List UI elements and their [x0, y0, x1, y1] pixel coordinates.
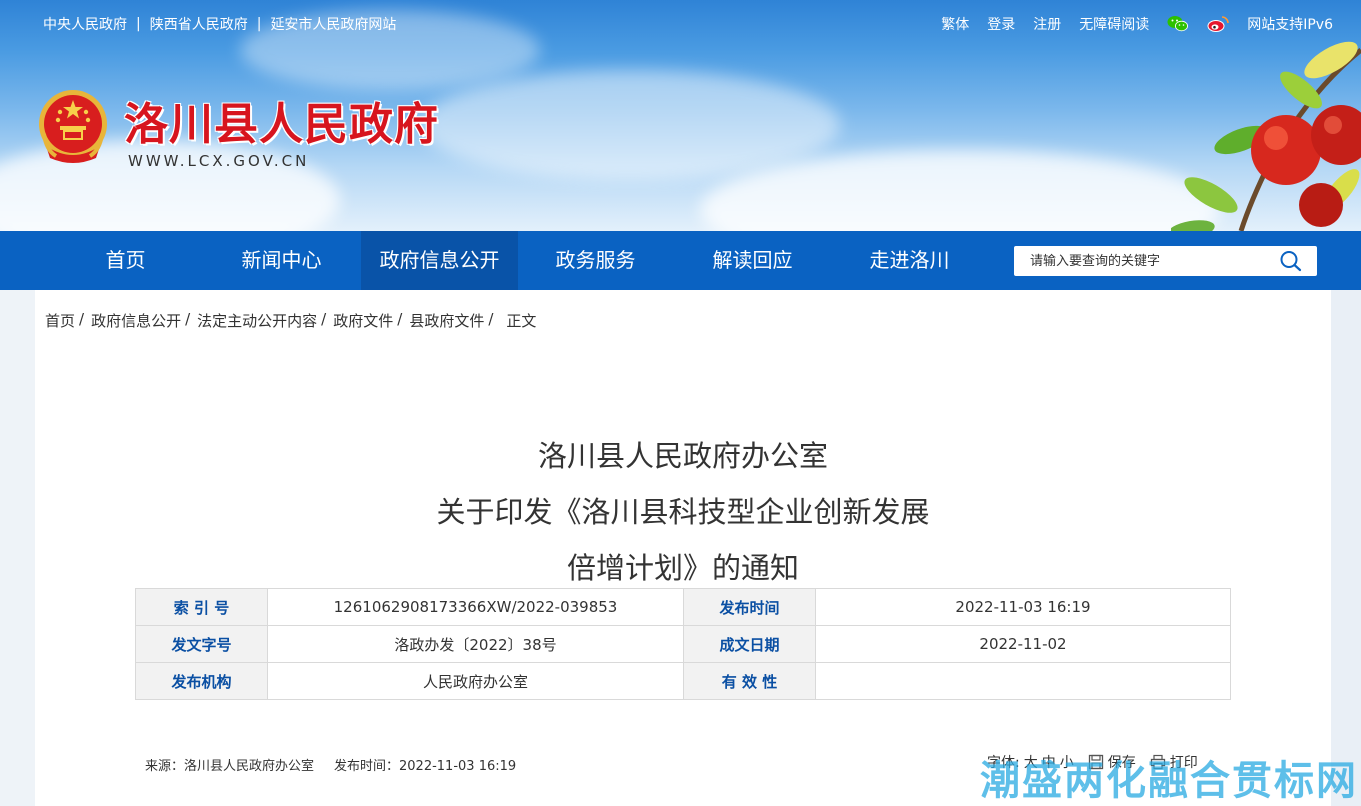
article-info-bar: 来源：洛川县人民政府办公室 发布时间：2022-11-03 16:19	[145, 755, 516, 774]
breadcrumb-statutory[interactable]: 法定主动公开内容	[197, 310, 317, 331]
validity-label: 有 效 性	[683, 662, 816, 700]
article-title-line: 洛川县人民政府办公室	[537, 439, 828, 473]
table-row: 发布机构 人民政府办公室 有 效 性	[135, 662, 1231, 700]
nav-item-about-luochuan[interactable]: 走进洛川	[832, 231, 987, 290]
publish-time-value: 2022-11-03 16:19	[815, 588, 1231, 626]
search-icon[interactable]	[1279, 250, 1303, 272]
nav-item-gov-services[interactable]: 政务服务	[518, 231, 673, 290]
breadcrumb-separator: /	[79, 310, 85, 328]
nav-item-news[interactable]: 新闻中心	[204, 231, 359, 290]
site-title: 洛川县人民政府	[124, 99, 439, 150]
national-emblem-logo	[36, 88, 110, 166]
breadcrumb: 首页 / 政府信息公开 / 法定主动公开内容 / 政府文件 / 县政府文件 / 正文	[45, 310, 536, 331]
top-link-yanan-gov[interactable]: 延安市人民政府网站	[270, 14, 396, 34]
article-publish-time: 发布时间：2022-11-03 16:19	[334, 759, 517, 774]
search-input[interactable]	[1014, 246, 1269, 276]
document-meta-table: 索 引 号 1261062908173366XW/2022-039853 发布时…	[135, 588, 1231, 700]
nav-item-home[interactable]: 首页	[48, 231, 203, 290]
validity-value	[815, 662, 1231, 700]
breadcrumb-separator: /	[185, 310, 191, 328]
site-url: WWW.LCX.GOV.CN	[128, 152, 310, 170]
written-date-label: 成文日期	[683, 625, 816, 663]
publisher-label: 发布机构	[135, 662, 268, 700]
watermark-text: 潮盛两化融合贯标网	[980, 758, 1358, 804]
top-links: 中央人民政府 | 陕西省人民政府 | 延安市人民政府网站	[43, 14, 396, 34]
traditional-chinese-link[interactable]: 繁体	[941, 14, 969, 34]
main-content: 首页 / 政府信息公开 / 法定主动公开内容 / 政府文件 / 县政府文件 / 正文 洛川…	[35, 290, 1331, 806]
table-row: 索 引 号 1261062908173366XW/2022-039853 发布时…	[135, 588, 1231, 626]
article-source: 来源：洛川县人民政府办公室	[145, 759, 315, 774]
top-link-shaanxi-gov[interactable]: 陕西省人民政府	[150, 14, 248, 34]
register-link[interactable]: 注册	[1033, 14, 1061, 34]
article-title: 洛川县人民政府办公室 关于印发《洛川县科技型企业创新发展 倍增计划》的通知	[35, 428, 1331, 596]
apple-branch-decoration	[1167, 30, 1361, 231]
breadcrumb-gov-documents[interactable]: 政府文件	[333, 310, 393, 331]
login-link[interactable]: 登录	[987, 14, 1015, 34]
breadcrumb-county-documents[interactable]: 县政府文件	[409, 310, 484, 331]
breadcrumb-home[interactable]: 首页	[45, 310, 75, 331]
breadcrumb-current: 正文	[506, 312, 537, 330]
document-number-label: 发文字号	[135, 625, 268, 663]
publish-time-label: 发布时间	[683, 588, 816, 626]
publisher-value: 人民政府办公室	[267, 662, 684, 700]
divider: |	[256, 16, 262, 32]
top-bar: 中央人民政府 | 陕西省人民政府 | 延安市人民政府网站 繁体 登录 注册 无障…	[0, 12, 1361, 38]
cloud-decoration	[420, 70, 840, 180]
site-header: 中央人民政府 | 陕西省人民政府 | 延安市人民政府网站 繁体 登录 注册 无障…	[0, 0, 1361, 231]
breadcrumb-separator: /	[321, 310, 327, 328]
page-right-margin	[1331, 290, 1361, 806]
breadcrumb-gov-info[interactable]: 政府信息公开	[91, 310, 181, 331]
index-number-value: 1261062908173366XW/2022-039853	[267, 588, 684, 626]
breadcrumb-separator: /	[397, 310, 403, 328]
accessible-reading-link[interactable]: 无障碍阅读	[1079, 14, 1149, 34]
nav-item-gov-info[interactable]: 政府信息公开	[361, 231, 518, 290]
written-date-value: 2022-11-02	[815, 625, 1231, 663]
index-number-label: 索 引 号	[135, 588, 268, 626]
main-nav: 首页 新闻中心 政府信息公开 政务服务 解读回应 走进洛川	[0, 231, 1361, 290]
article-title-line: 关于印发《洛川县科技型企业创新发展	[436, 495, 930, 529]
top-link-central-gov[interactable]: 中央人民政府	[43, 14, 127, 34]
document-number-value: 洛政办发〔2022〕38号	[267, 625, 684, 663]
nav-item-interpretation[interactable]: 解读回应	[675, 231, 830, 290]
search-box	[1014, 246, 1317, 276]
table-row: 发文字号 洛政办发〔2022〕38号 成文日期 2022-11-02	[135, 625, 1231, 663]
breadcrumb-separator: /	[488, 310, 494, 328]
divider: |	[136, 16, 141, 32]
